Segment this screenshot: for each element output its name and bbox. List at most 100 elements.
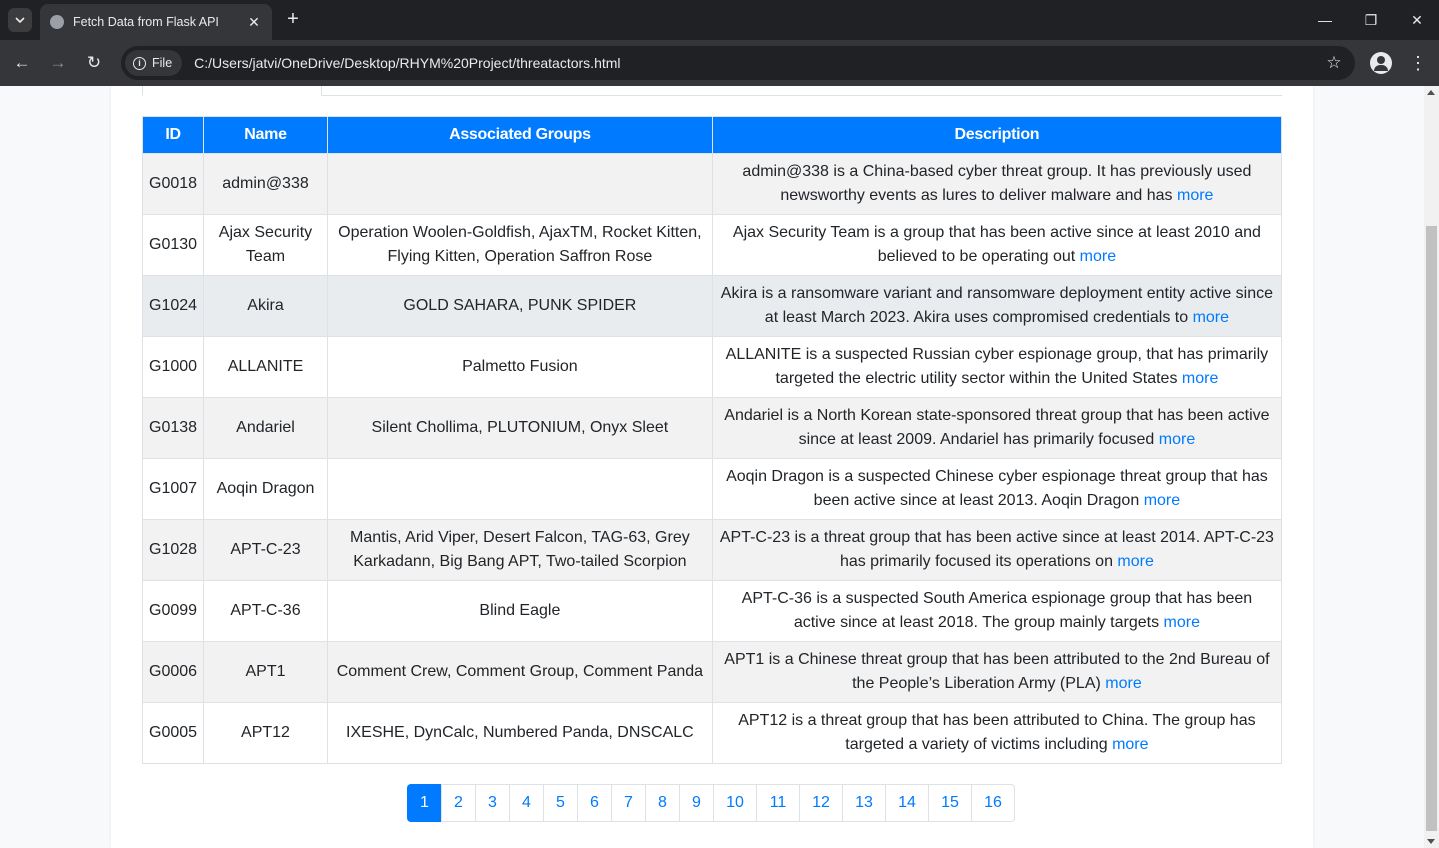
more-link[interactable]: more [1112, 736, 1148, 753]
more-link[interactable]: more [1193, 309, 1229, 326]
page-link-8[interactable]: 8 [645, 784, 680, 822]
cell-description: Andariel is a North Korean state-sponsor… [711, 397, 1283, 459]
more-link[interactable]: more [1144, 492, 1180, 509]
info-icon: i [133, 56, 146, 70]
bookmark-star-icon[interactable]: ☆ [1319, 53, 1349, 73]
site-info-chip[interactable]: i File [125, 50, 183, 76]
more-link[interactable]: more [1164, 614, 1200, 631]
description-text: Akira is a ransomware variant and ransom… [720, 285, 1274, 326]
cell-description: APT1 is a Chinese threat group that has … [711, 641, 1283, 703]
nav-tabs-remnant [142, 86, 1282, 96]
url-text[interactable]: C:/Users/jatvi/OneDrive/Desktop/RHYM%20P… [194, 55, 1319, 71]
globe-icon [50, 15, 64, 29]
page-link-14[interactable]: 14 [885, 784, 929, 822]
header-description: Description [711, 116, 1283, 154]
cell-name: Aoqin Dragon [203, 458, 328, 520]
threat-actors-table: ID Name Associated Groups Description G0… [141, 116, 1283, 764]
reload-icon[interactable]: ↻ [82, 51, 106, 75]
browser-tab[interactable]: Fetch Data from Flask API ✕ [40, 4, 272, 40]
cell-description: APT-C-23 is a threat group that has been… [711, 519, 1283, 581]
cell-associated-groups: Palmetto Fusion [326, 336, 713, 398]
profile-avatar-icon[interactable] [1370, 52, 1392, 74]
table-row: G1000 ALLANITE Palmetto Fusion ALLANITE is … [141, 336, 1283, 398]
cell-associated-groups: Mantis, Arid Viper, Desert Falcon, TAG-6… [326, 519, 713, 581]
page-link-1[interactable]: 1 [407, 784, 442, 822]
description-text: Ajax Security Team is a group that has b… [732, 224, 1261, 265]
cell-id: G1028 [141, 519, 205, 581]
cell-id: G0099 [141, 580, 205, 642]
page-link-5[interactable]: 5 [543, 784, 578, 822]
more-link[interactable]: more [1182, 370, 1218, 387]
menu-kebab-icon[interactable]: ⋮ [1407, 51, 1429, 75]
cell-id: G0005 [141, 702, 205, 764]
page-link-3[interactable]: 3 [475, 784, 510, 822]
new-tab-button[interactable]: + [282, 9, 304, 31]
more-link[interactable]: more [1080, 248, 1116, 265]
cell-associated-groups: IXESHE, DynCalc, Numbered Panda, DNSCALC [326, 702, 713, 764]
cell-description: Ajax Security Team is a group that has b… [711, 214, 1283, 276]
cell-associated-groups: Blind Eagle [326, 580, 713, 642]
close-tab-icon[interactable]: ✕ [246, 14, 262, 31]
cell-name: Andariel [203, 397, 328, 459]
cell-name: ALLANITE [203, 336, 328, 398]
restore-icon[interactable]: ❐ [1360, 9, 1382, 31]
cell-description: APT12 is a threat group that has been at… [711, 702, 1283, 764]
cell-associated-groups [326, 153, 713, 215]
cell-id: G0006 [141, 641, 205, 703]
cell-description: ALLANITE is a suspected Russian cyber es… [711, 336, 1283, 398]
cell-id: G1024 [141, 275, 205, 337]
cell-id: G0130 [141, 214, 205, 276]
page-link-6[interactable]: 6 [577, 784, 612, 822]
cell-id: G1007 [141, 458, 205, 520]
forward-icon[interactable]: → [46, 51, 70, 75]
browser-toolbar: ← → ↻ i File C:/Users/jatvi/OneDrive/Des… [0, 40, 1439, 86]
tab-title: Fetch Data from Flask API [73, 15, 219, 29]
nav-tab-active[interactable] [142, 86, 322, 96]
cell-name: APT12 [203, 702, 328, 764]
page-link-13[interactable]: 13 [842, 784, 886, 822]
description-text: APT1 is a Chinese threat group that has … [724, 651, 1270, 692]
page-link-15[interactable]: 15 [928, 784, 972, 822]
page-link-7[interactable]: 7 [611, 784, 646, 822]
page-viewport: ID Name Associated Groups Description G0… [0, 86, 1424, 848]
page-link-10[interactable]: 10 [713, 784, 757, 822]
page-link-9[interactable]: 9 [679, 784, 714, 822]
table-row: G1007 Aoqin Dragon Aoqin Dragon is a suspe… [141, 458, 1283, 520]
scrollbar-thumb[interactable] [1426, 226, 1437, 831]
page-link-4[interactable]: 4 [509, 784, 544, 822]
tab-search-button[interactable] [8, 8, 32, 32]
close-window-icon[interactable]: ✕ [1406, 9, 1428, 31]
page-link-11[interactable]: 11 [756, 784, 800, 822]
page-scrollbar[interactable] [1424, 86, 1439, 848]
cell-description: admin@338 is a China-based cyber threat … [711, 153, 1283, 215]
cell-name: admin@338 [203, 153, 328, 215]
table-row: G1024 Akira GOLD SAHARA, PUNK SPIDER Akira … [141, 275, 1283, 337]
cell-id: G0138 [141, 397, 205, 459]
table-header-row: ID Name Associated Groups Description [141, 116, 1283, 154]
more-link[interactable]: more [1105, 675, 1141, 692]
page-link-2[interactable]: 2 [441, 784, 476, 822]
table-row: G0099 APT-C-36 Blind Eagle APT-C-36 is a su… [141, 580, 1283, 642]
scroll-down-arrow-icon[interactable] [1427, 839, 1435, 844]
more-link[interactable]: more [1159, 431, 1195, 448]
cell-description: Akira is a ransomware variant and ransom… [711, 275, 1283, 337]
address-bar[interactable]: i File C:/Users/jatvi/OneDrive/Desktop/R… [121, 46, 1355, 80]
description-text: APT-C-23 is a threat group that has been… [719, 529, 1274, 570]
header-associated-groups: Associated Groups [326, 116, 713, 154]
chevron-down-icon [15, 17, 25, 23]
more-link[interactable]: more [1177, 187, 1213, 204]
table-row: G0138 Andariel Silent Chollima, PLUTONIUM,… [141, 397, 1283, 459]
minimize-icon[interactable]: — [1314, 9, 1336, 31]
cell-associated-groups: GOLD SAHARA, PUNK SPIDER [326, 275, 713, 337]
page-link-16[interactable]: 16 [971, 784, 1015, 822]
table-row: G0130 Ajax Security Team Operation Woolen-… [141, 214, 1283, 276]
page-link-12[interactable]: 12 [799, 784, 843, 822]
back-icon[interactable]: ← [10, 51, 34, 75]
cell-id: G1000 [141, 336, 205, 398]
more-link[interactable]: more [1117, 553, 1153, 570]
cell-associated-groups [326, 458, 713, 520]
scroll-up-arrow-icon[interactable] [1427, 90, 1435, 95]
cell-description: Aoqin Dragon is a suspected Chinese cybe… [711, 458, 1283, 520]
nav-tabs-divider [322, 95, 1282, 96]
cell-name: Ajax Security Team [203, 214, 328, 276]
